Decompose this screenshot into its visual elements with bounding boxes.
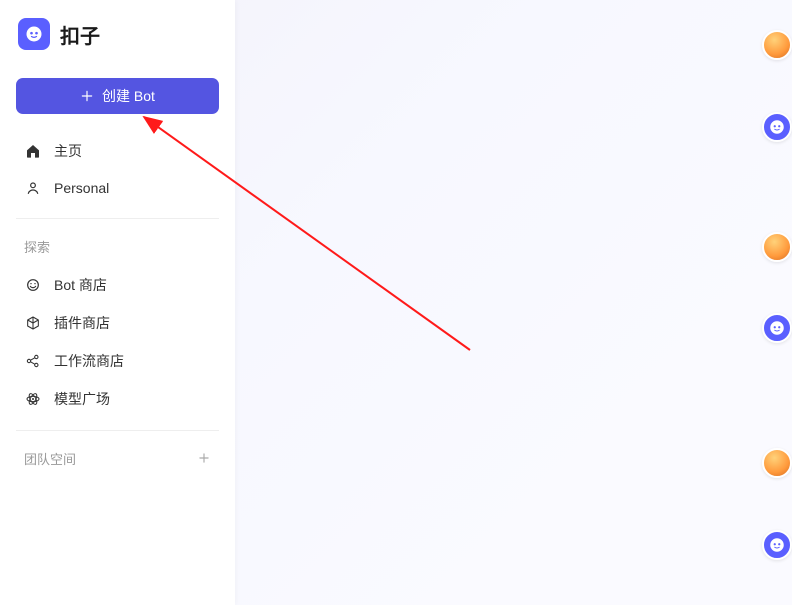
app-logo[interactable] xyxy=(18,18,50,50)
model-playground-label: 模型广场 xyxy=(54,389,110,409)
add-team-button[interactable] xyxy=(197,450,211,468)
cube-icon xyxy=(24,314,42,332)
plus-icon xyxy=(197,451,211,465)
avatar-user[interactable] xyxy=(762,448,792,478)
avatar-brand[interactable] xyxy=(762,313,792,343)
create-bot-button[interactable]: 创建 Bot xyxy=(16,78,219,114)
atom-icon xyxy=(24,390,42,408)
nav-workflow-store[interactable]: 工作流商店 xyxy=(16,342,219,380)
app-name: 扣子 xyxy=(60,20,100,49)
avatar-user[interactable] xyxy=(762,30,792,60)
create-bot-label: 创建 Bot xyxy=(102,86,155,106)
home-icon xyxy=(24,142,42,160)
nav-bot-store[interactable]: Bot 商店 xyxy=(16,266,219,304)
explore-section-title: 探索 xyxy=(16,233,219,266)
right-rail xyxy=(752,0,792,605)
share-icon xyxy=(24,352,42,370)
nav-home-label: 主页 xyxy=(54,141,82,161)
team-section: 团队空间 xyxy=(16,445,219,472)
plus-icon xyxy=(80,89,94,103)
plugin-store-label: 插件商店 xyxy=(54,313,110,333)
divider xyxy=(16,430,219,431)
nav-personal[interactable]: Personal xyxy=(16,170,219,206)
nav-personal-label: Personal xyxy=(54,180,109,196)
robot-icon xyxy=(24,24,44,44)
robot-icon xyxy=(768,536,786,554)
sidebar: 扣子 创建 Bot 主页 Personal 探索 Bot 商店 插件商店 xyxy=(0,0,235,605)
avatar-user[interactable] xyxy=(762,232,792,262)
smile-icon xyxy=(24,276,42,294)
logo-row: 扣子 xyxy=(16,18,219,50)
workflow-store-label: 工作流商店 xyxy=(54,351,124,371)
bot-store-label: Bot 商店 xyxy=(54,275,107,295)
divider xyxy=(16,218,219,219)
nav-plugin-store[interactable]: 插件商店 xyxy=(16,304,219,342)
user-icon xyxy=(24,179,42,197)
robot-icon xyxy=(768,118,786,136)
team-section-title: 团队空间 xyxy=(24,449,76,468)
nav-model-playground[interactable]: 模型广场 xyxy=(16,380,219,418)
robot-icon xyxy=(768,319,786,337)
avatar-brand[interactable] xyxy=(762,112,792,142)
nav-home[interactable]: 主页 xyxy=(16,132,219,170)
avatar-brand[interactable] xyxy=(762,530,792,560)
